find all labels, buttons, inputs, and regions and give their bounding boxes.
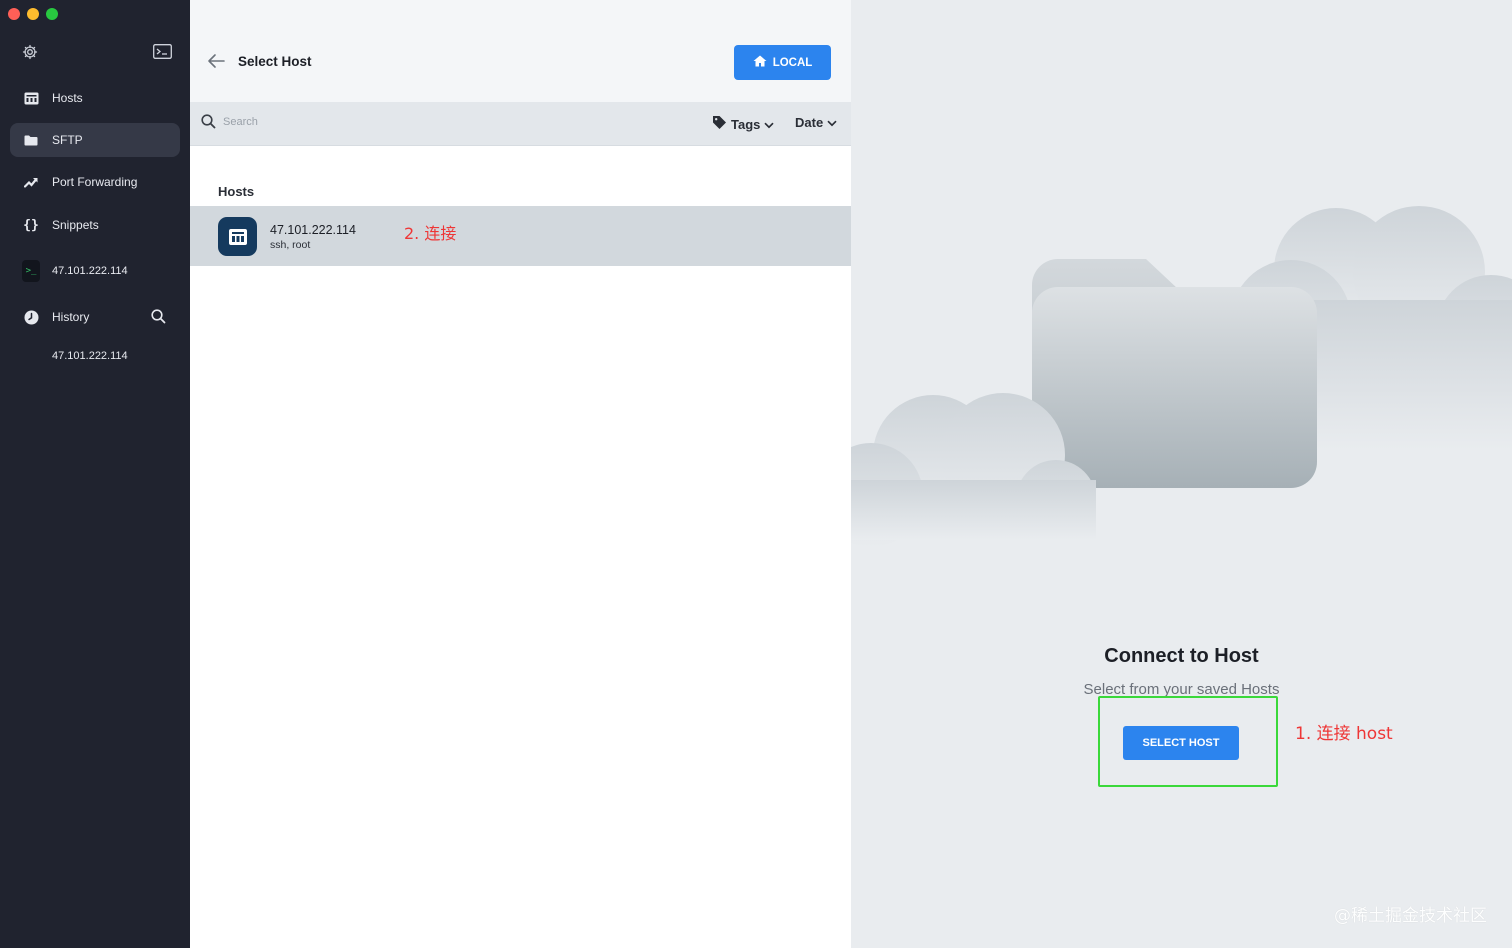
chevron-down-icon xyxy=(827,115,837,130)
page-title: Select Host xyxy=(238,54,312,69)
sidebar-item-label: Hosts xyxy=(52,91,83,105)
back-arrow-icon[interactable] xyxy=(206,52,226,75)
host-name: 47.101.222.114 xyxy=(270,223,356,237)
server-icon xyxy=(218,217,257,256)
sidebar-item-label: SFTP xyxy=(52,133,83,147)
connect-title: Connect to Host xyxy=(1104,645,1259,667)
terminal-icon[interactable] xyxy=(153,44,172,64)
history-entry[interactable]: 47.101.222.114 xyxy=(52,350,128,362)
port-forward-icon xyxy=(22,173,40,191)
annotation-step-1: 1. 连接 host xyxy=(1295,724,1393,744)
cloud-folder-illustration xyxy=(851,206,1512,547)
search-icon[interactable] xyxy=(151,309,166,327)
sidebar-item-label: Snippets xyxy=(52,218,99,232)
panel-header: Select Host LOCAL xyxy=(190,0,851,102)
watermark: @稀土掘金技术社区 xyxy=(1334,906,1487,926)
local-button-label: LOCAL xyxy=(772,56,813,69)
host-details: ssh, root xyxy=(270,239,311,251)
folder-shape xyxy=(1032,259,1317,488)
hosts-icon xyxy=(22,89,40,107)
sidebar-item-terminal-session[interactable]: >_ 47.101.222.114 xyxy=(10,254,180,288)
gear-icon[interactable] xyxy=(22,44,38,65)
clock-icon xyxy=(22,308,40,326)
sidebar-item-label: 47.101.222.114 xyxy=(52,265,128,277)
search-icon xyxy=(201,114,216,134)
window-controls xyxy=(8,8,58,20)
select-host-button[interactable]: SELECT HOST xyxy=(1123,726,1239,760)
sidebar-item-port-forwarding[interactable]: Port Forwarding xyxy=(10,165,180,199)
folder-icon xyxy=(22,131,40,149)
tags-filter-label: Tags xyxy=(731,116,761,132)
filter-bar: Tags Date xyxy=(190,102,851,146)
terminal-session-icon: >_ xyxy=(22,260,40,282)
host-row[interactable]: 47.101.222.114 ssh, root 2. 连接 xyxy=(190,206,851,266)
sidebar-item-label: Port Forwarding xyxy=(52,175,138,189)
minimize-window-button[interactable] xyxy=(27,8,39,20)
sidebar-item-label: History xyxy=(52,310,90,324)
close-window-button[interactable] xyxy=(8,8,20,20)
tags-filter[interactable]: Tags xyxy=(712,115,774,133)
annotation-step-2: 2. 连接 xyxy=(404,224,457,243)
braces-icon: {} xyxy=(23,217,39,233)
zoom-window-button[interactable] xyxy=(46,8,58,20)
date-sort[interactable]: Date xyxy=(795,115,837,130)
sidebar-item-history[interactable]: History xyxy=(10,300,180,334)
date-sort-label: Date xyxy=(795,115,824,130)
local-button[interactable]: LOCAL xyxy=(734,45,831,80)
connect-panel: Connect to Host Select from your saved H… xyxy=(851,0,1512,948)
hosts-section-label: Hosts xyxy=(218,184,255,199)
sidebar-item-hosts[interactable]: Hosts xyxy=(10,81,180,115)
sidebar-item-snippets[interactable]: {} Snippets xyxy=(10,208,180,242)
chevron-down-icon xyxy=(764,117,774,132)
host-select-panel: Select Host LOCAL Tags Date xyxy=(190,0,851,948)
sidebar: Hosts SFTP Port Forwarding {} Snippets >… xyxy=(0,0,190,948)
home-icon xyxy=(753,55,767,70)
sidebar-item-sftp[interactable]: SFTP xyxy=(10,123,180,157)
search-input[interactable] xyxy=(223,112,523,132)
tag-icon xyxy=(712,115,727,133)
sidebar-top-actions xyxy=(22,44,172,64)
